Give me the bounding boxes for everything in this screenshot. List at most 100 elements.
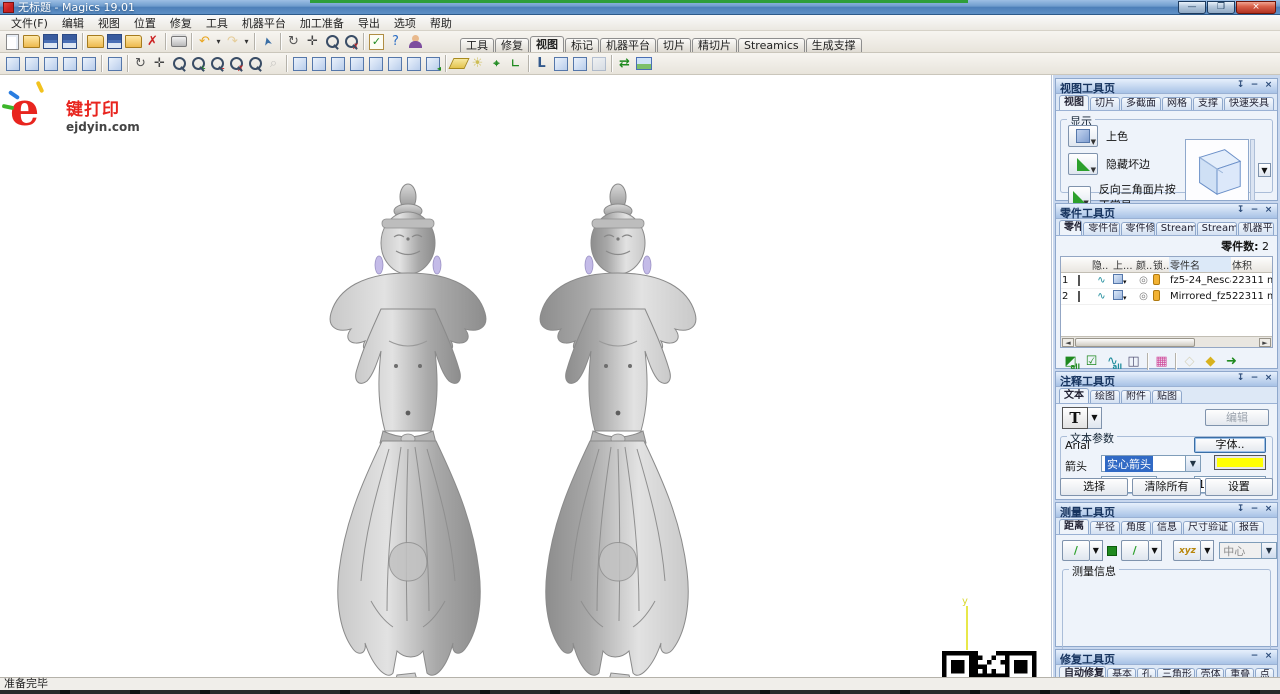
annotation-button-2[interactable]: 设置 (1205, 478, 1273, 496)
cube-preview-scrollbar[interactable] (1250, 139, 1255, 201)
minimize-icon[interactable]: − (1249, 205, 1260, 216)
panel_fix-tab-2[interactable]: 孔 (1137, 668, 1156, 677)
pan-view-icon[interactable]: ✛ (303, 32, 322, 51)
back-view-icon[interactable] (309, 54, 328, 73)
parts-col-6[interactable]: 零件名 (1169, 257, 1231, 272)
platform-toggle-icon[interactable] (449, 54, 468, 73)
panel_parts-tab-5[interactable]: 机器平台 (1238, 222, 1274, 235)
panel_fix-tab-5[interactable]: 重叠 (1225, 668, 1254, 677)
help-icon[interactable]: ? (386, 32, 405, 51)
merge-parts-icon[interactable]: ◇ (1179, 351, 1200, 371)
fix-toolpage-titlebar[interactable]: 修复工具页 −× (1056, 650, 1277, 665)
panel_parts-tab-0[interactable]: 零件 (1059, 220, 1082, 235)
minimize-icon[interactable]: − (1249, 373, 1260, 384)
close-icon[interactable]: × (1263, 504, 1274, 515)
fix-status-icon[interactable]: ∿ (1091, 275, 1112, 286)
parts-col-7[interactable]: 体积 (1231, 257, 1273, 272)
compare-view-icon[interactable] (570, 54, 589, 73)
wireframe-view-icon[interactable] (22, 54, 41, 73)
panel_view-tab-2[interactable]: 多截面 (1121, 97, 1161, 110)
parts-row-2[interactable]: 2∿▾◎Mirrored_fz5-222311 mm³0 (1061, 289, 1272, 305)
close-button[interactable]: × (1236, 1, 1276, 14)
axes-toggle-icon[interactable]: ⌖ (487, 54, 506, 73)
parts-col-5[interactable]: 锁.. (1152, 257, 1169, 272)
save-icon[interactable] (41, 32, 60, 51)
measure-point-dropdown[interactable]: ▼ (1090, 540, 1103, 561)
annotation-toolpage-titlebar[interactable]: 注释工具页 ↧−× (1056, 372, 1277, 387)
fix-status-icon[interactable]: ∿ (1091, 291, 1112, 302)
shaded-edges-view-icon[interactable] (41, 54, 60, 73)
edit-button[interactable]: 编辑 (1205, 409, 1269, 426)
unload-part-icon[interactable]: ✗ (143, 32, 162, 51)
parts-col-2[interactable]: 隐.. (1091, 257, 1112, 272)
menu-item-4[interactable]: 修复 (163, 14, 199, 32)
fix-wizard-icon[interactable] (367, 32, 386, 51)
shade-icon[interactable]: ▾ (1112, 290, 1135, 303)
parts-table[interactable]: 隐..上...颜..锁..零件名体积表 1∿▾◎fz5-24_Rescal223… (1060, 256, 1273, 348)
menu-item-8[interactable]: 导出 (351, 14, 387, 32)
shade-icon[interactable]: ▾ (1112, 274, 1135, 287)
panel_view-tab-3[interactable]: 网格 (1162, 97, 1192, 110)
view-toolpage-titlebar[interactable]: 视图工具页 ↧−× (1056, 79, 1277, 94)
annotation-button-1[interactable]: 清除所有 (1132, 478, 1200, 496)
import-part-icon[interactable] (86, 32, 105, 51)
ribbon-tab-4[interactable]: 机器平台 (600, 38, 656, 52)
load-scene-icon[interactable] (124, 32, 143, 51)
open-file-icon[interactable] (22, 32, 41, 51)
minimize-icon[interactable]: − (1249, 651, 1260, 662)
coords-button[interactable]: xyz (1173, 540, 1201, 561)
scroll-right-icon[interactable]: ► (1259, 338, 1271, 347)
cube-preview-dropdown[interactable]: ▼ (1258, 163, 1271, 177)
save-image-icon[interactable] (634, 54, 653, 73)
parts-table-hscrollbar[interactable]: ◄ ► (1061, 336, 1272, 347)
panel_measure-tab-3[interactable]: 信息 (1152, 521, 1182, 534)
restore-button[interactable]: ❐ (1207, 1, 1235, 14)
3d-viewport[interactable]: e 键打印 ejdyin.com (0, 75, 1052, 677)
toggle-selection-icon[interactable]: ☑ (1081, 351, 1102, 371)
panel_annotation-tab-3[interactable]: 贴图 (1152, 390, 1182, 403)
fix-all-parts-icon[interactable]: ∿all (1102, 351, 1123, 371)
measure-point-button[interactable]: / (1062, 540, 1090, 561)
panel_parts-tab-2[interactable]: 零件修.. (1121, 222, 1155, 235)
measure-target-button[interactable]: / (1121, 540, 1149, 561)
triangle-view-icon[interactable] (60, 54, 79, 73)
pin-icon[interactable]: ↧ (1235, 205, 1246, 216)
undo-options-icon[interactable]: ▾ (214, 32, 223, 51)
rotate-view-icon[interactable]: ↻ (284, 32, 303, 51)
panel_measure-tab-1[interactable]: 半径 (1090, 521, 1120, 534)
panel_measure-tab-4[interactable]: 尺寸验证 (1183, 521, 1233, 534)
scroll-thumb[interactable] (1075, 338, 1195, 347)
parts-col-3[interactable]: 上... (1112, 257, 1135, 272)
left-view-icon[interactable] (328, 54, 347, 73)
front-view-icon[interactable] (290, 54, 309, 73)
minimize-button[interactable]: — (1178, 1, 1206, 14)
panel_parts-tab-1[interactable]: 零件信息 (1083, 222, 1119, 235)
rotate-tool-icon[interactable]: ↻ (131, 54, 150, 73)
ribbon-tab-8[interactable]: 生成支撑 (806, 38, 862, 52)
cube-preview[interactable] (1185, 139, 1249, 201)
text-tool-dropdown[interactable]: ▼ (1088, 407, 1102, 429)
user-profile-icon[interactable] (405, 32, 424, 51)
zoom-in-tool-icon[interactable]: + (188, 54, 207, 73)
panel_fix-tab-0[interactable]: 自动修复 (1059, 666, 1106, 677)
minimize-icon[interactable]: − (1249, 80, 1260, 91)
select-checkbox[interactable] (1078, 275, 1080, 286)
swap-views-icon[interactable]: ⇄ (615, 54, 634, 73)
view-all-parts-icon[interactable]: ◩all (1060, 351, 1081, 371)
panel_view-tab-4[interactable]: 支撑 (1193, 97, 1223, 110)
unzoom-tool-icon[interactable]: ⌕ (264, 54, 283, 73)
zoom-tool-icon[interactable] (169, 54, 188, 73)
select-checkbox[interactable] (1078, 291, 1080, 302)
center-combobox[interactable]: 中心 ▼ (1219, 542, 1277, 559)
origin-toggle-icon[interactable]: ∟ (506, 54, 525, 73)
bottom-view-icon[interactable] (385, 54, 404, 73)
pin-icon[interactable]: ↧ (1235, 373, 1246, 384)
panel_parts-tab-3[interactable]: Streami.. (1156, 222, 1196, 235)
zoom-fit-tool-icon[interactable]: ✗ (226, 54, 245, 73)
menu-item-9[interactable]: 选项 (387, 14, 423, 32)
platform-sheet-icon[interactable]: ◆ (1200, 351, 1221, 371)
color-icon[interactable]: ◎ (1135, 275, 1152, 286)
dropdown-arrow-icon[interactable]: ▼ (1091, 138, 1096, 146)
zoom-selection-icon[interactable]: ✗ (341, 32, 360, 51)
measure-target-dropdown[interactable]: ▼ (1149, 540, 1162, 561)
